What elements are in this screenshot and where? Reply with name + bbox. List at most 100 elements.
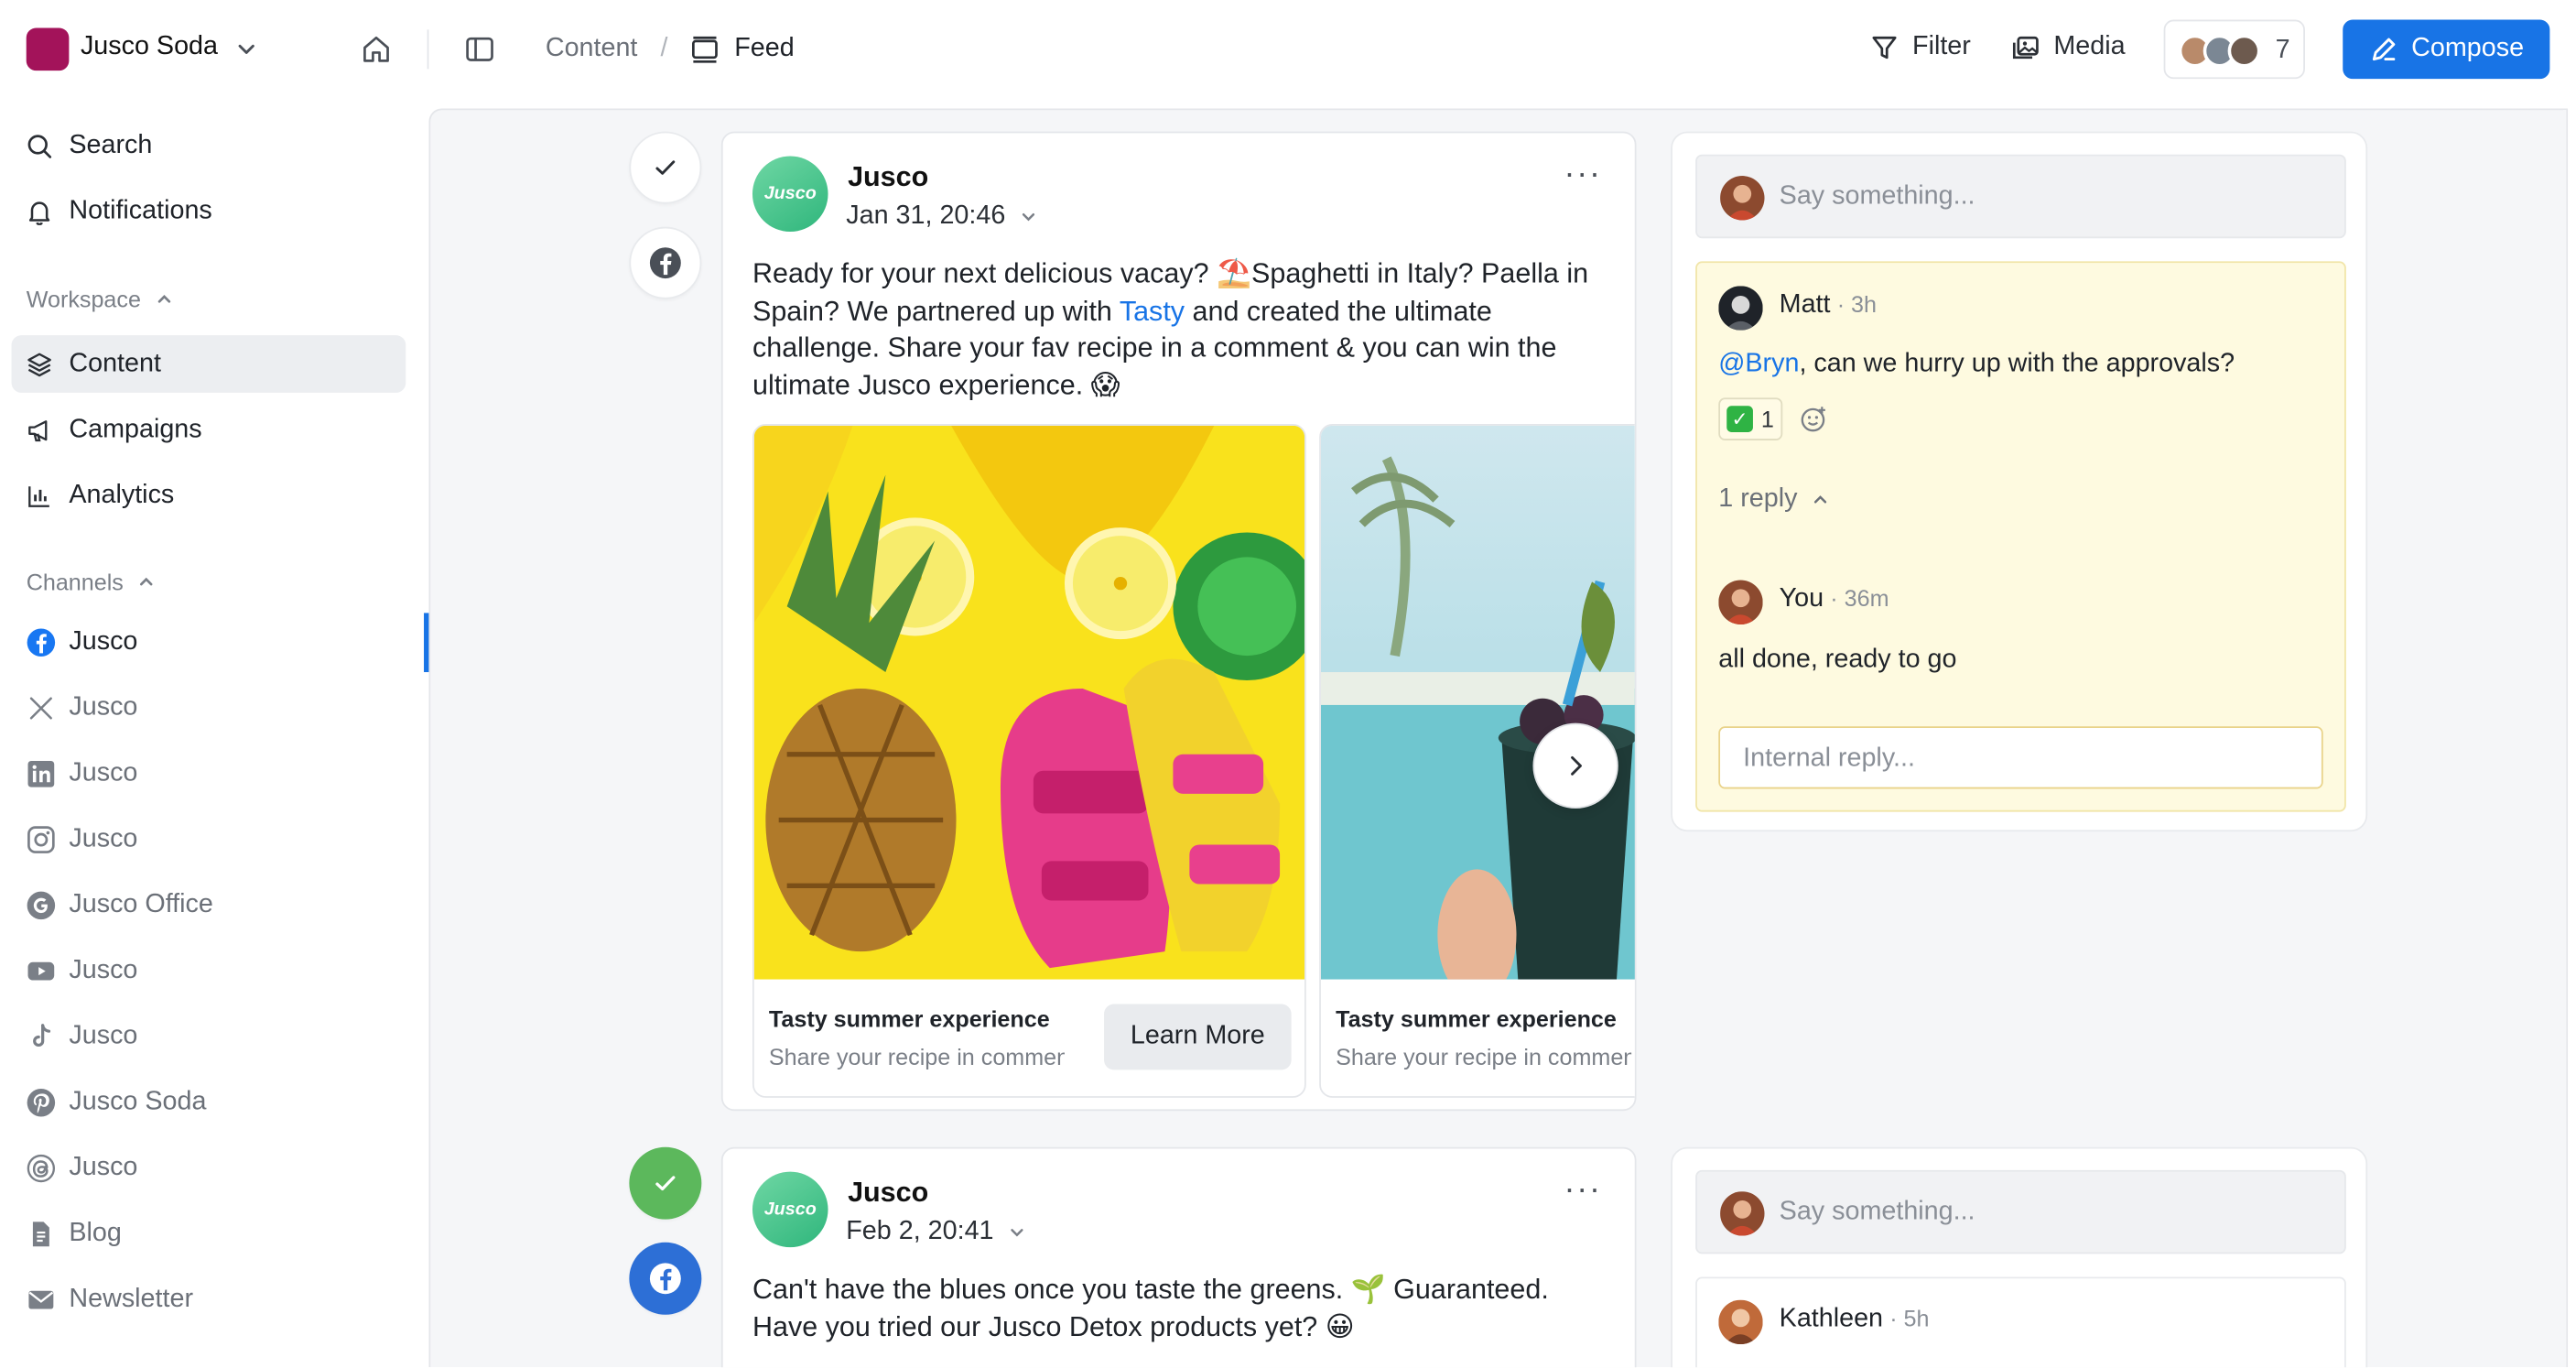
sidebar-item-label: Content xyxy=(69,350,161,378)
check-icon xyxy=(652,155,678,181)
filter-button[interactable]: Filter xyxy=(1869,32,1971,62)
approved-status-button[interactable] xyxy=(629,1146,702,1220)
post-channel-facebook[interactable] xyxy=(629,1242,702,1315)
more-options-button[interactable]: ··· xyxy=(1564,156,1602,193)
replies-count-label: 1 reply xyxy=(1718,484,1798,513)
post-author: Jusco xyxy=(848,160,929,192)
add-reaction-icon[interactable] xyxy=(1799,404,1828,433)
channel-label: Jusco xyxy=(69,956,138,985)
comment-header: Kathleen · 5h xyxy=(1780,1305,1930,1334)
carousel-card[interactable]: Tasty summer experience Share your recip… xyxy=(752,424,1306,1098)
chevron-down-icon xyxy=(1019,207,1039,227)
media-button[interactable]: Media xyxy=(2011,33,2126,62)
workspace-section-toggle[interactable]: Workspace xyxy=(27,286,174,312)
workspace-logo[interactable] xyxy=(26,27,70,71)
post-card[interactable]: Jusco Jusco Jan 31, 20:46 ··· Ready for … xyxy=(720,131,1637,1112)
comment-thread: Kathleen · 5h xyxy=(1695,1276,2346,1368)
feed-icon xyxy=(690,35,720,64)
channel-item-google[interactable]: Jusco Office xyxy=(27,889,213,922)
more-options-button[interactable]: ··· xyxy=(1564,1172,1602,1210)
comment-placeholder: Say something... xyxy=(1779,182,1975,211)
reaction-count: 1 xyxy=(1760,406,1774,433)
comment-time: · 5h xyxy=(1889,1304,1930,1331)
filter-label: Filter xyxy=(1912,32,1971,61)
sidebar-search-label: Search xyxy=(69,131,153,160)
post-date-selector[interactable]: Jan 31, 20:46 xyxy=(846,202,1038,232)
filter-icon xyxy=(1869,33,1899,62)
comment-author: Matt xyxy=(1779,290,1831,320)
comments-panel: Say something... Matt · 3h @Bryn, can we… xyxy=(1671,131,2368,832)
carousel-subtitle: Share your recipe in comment xyxy=(1336,1043,1632,1070)
chevron-down-icon[interactable] xyxy=(235,38,258,60)
sidebar-item-label: Analytics xyxy=(69,481,175,510)
channel-label: Jusco xyxy=(69,627,138,657)
comment-input[interactable]: Say something... xyxy=(1695,1169,2346,1254)
reaction-badge[interactable]: ✓ 1 xyxy=(1718,397,1782,440)
channel-label: Jusco Office xyxy=(69,890,213,919)
sidebar-toggle-icon[interactable] xyxy=(463,33,496,66)
channel-item-threads[interactable]: Jusco xyxy=(27,1152,137,1185)
toolbar-divider xyxy=(427,29,429,70)
brand-avatar: Jusco xyxy=(752,156,828,233)
media-icon xyxy=(2011,33,2040,62)
approve-button[interactable] xyxy=(629,131,702,204)
chevron-up-icon xyxy=(136,572,157,592)
channel-label: Blog xyxy=(69,1219,122,1248)
x-icon xyxy=(27,693,56,722)
comment-header: Matt · 3h xyxy=(1780,291,1877,320)
workspace-name[interactable]: Jusco Soda xyxy=(81,33,218,62)
home-icon[interactable] xyxy=(360,33,393,66)
linkedin-icon xyxy=(27,759,56,788)
breadcrumb-content[interactable]: Content xyxy=(546,35,638,64)
sidebar-search[interactable]: Search xyxy=(27,130,153,163)
channel-item-tiktok[interactable]: Jusco xyxy=(27,1021,137,1054)
post-text: Ready for your next delicious vacay? ⛱️S… xyxy=(752,256,1607,405)
breadcrumb-separator: / xyxy=(660,34,668,63)
channel-item-youtube[interactable]: Jusco xyxy=(27,955,138,988)
more-icon: ··· xyxy=(1564,1171,1602,1209)
comment-text: @Bryn, can we hurry up with the approval… xyxy=(1718,350,2235,379)
channel-item-newsletter[interactable]: Newsletter xyxy=(27,1284,193,1317)
post-channel-facebook[interactable] xyxy=(629,226,702,299)
channels-section-label: Channels xyxy=(26,568,124,595)
carousel-next-button[interactable] xyxy=(1532,722,1618,809)
top-bar: Jusco Soda Content / Feed Filter Media 7… xyxy=(0,0,2576,99)
comments-panel: Say something... Kathleen · 5h xyxy=(1671,1146,2368,1368)
internal-reply-input[interactable]: Internal reply... xyxy=(1718,726,2323,789)
carousel-title: Tasty summer experience xyxy=(768,1005,1050,1033)
post-date-selector[interactable]: Feb 2, 20:41 xyxy=(846,1218,1026,1247)
sidebar-item-analytics[interactable]: Analytics xyxy=(27,480,175,513)
internal-reply-placeholder: Internal reply... xyxy=(1743,744,1915,773)
sidebar-item-campaigns[interactable]: Campaigns xyxy=(27,414,202,447)
channel-item-x[interactable]: Jusco xyxy=(27,692,137,725)
facebook-icon xyxy=(649,246,682,279)
chevron-down-icon xyxy=(1007,1222,1027,1243)
comment-author: Kathleen xyxy=(1779,1304,1884,1333)
channel-item-instagram[interactable]: Jusco xyxy=(27,823,137,856)
compose-button[interactable]: Compose xyxy=(2343,19,2550,80)
chevron-right-icon xyxy=(1561,751,1590,780)
channel-item-pinterest[interactable]: Jusco Soda xyxy=(27,1086,207,1119)
layers-icon xyxy=(27,352,53,378)
search-icon xyxy=(27,133,53,159)
channel-item-blog[interactable]: Blog xyxy=(27,1218,122,1251)
sidebar-item-content[interactable]: Content xyxy=(27,348,161,381)
mention-bryn[interactable]: @Bryn xyxy=(1718,350,1799,378)
team-members-button[interactable]: 7 xyxy=(2163,19,2305,80)
learn-more-button[interactable]: Learn More xyxy=(1104,1004,1292,1070)
channels-section-toggle[interactable]: Channels xyxy=(27,569,157,595)
channel-item-facebook[interactable]: Jusco xyxy=(27,626,138,659)
member-avatar xyxy=(2227,34,2261,68)
chevron-up-icon xyxy=(1811,490,1831,510)
post-card[interactable]: Jusco Jusco Feb 2, 20:41 ··· Can't have … xyxy=(720,1146,1637,1368)
sidebar-notifications-label: Notifications xyxy=(69,197,212,225)
breadcrumb-feed: Feed xyxy=(734,34,795,63)
post-date: Feb 2, 20:41 xyxy=(846,1217,994,1246)
comment-input[interactable]: Say something... xyxy=(1695,154,2346,239)
compose-icon xyxy=(2369,35,2398,64)
post-link-tasty[interactable]: Tasty xyxy=(1120,295,1185,326)
sidebar-notifications[interactable]: Notifications xyxy=(27,196,212,229)
replies-toggle[interactable]: 1 reply xyxy=(1718,484,1830,514)
channel-item-linkedin[interactable]: Jusco xyxy=(27,757,137,790)
google-icon xyxy=(27,891,56,920)
